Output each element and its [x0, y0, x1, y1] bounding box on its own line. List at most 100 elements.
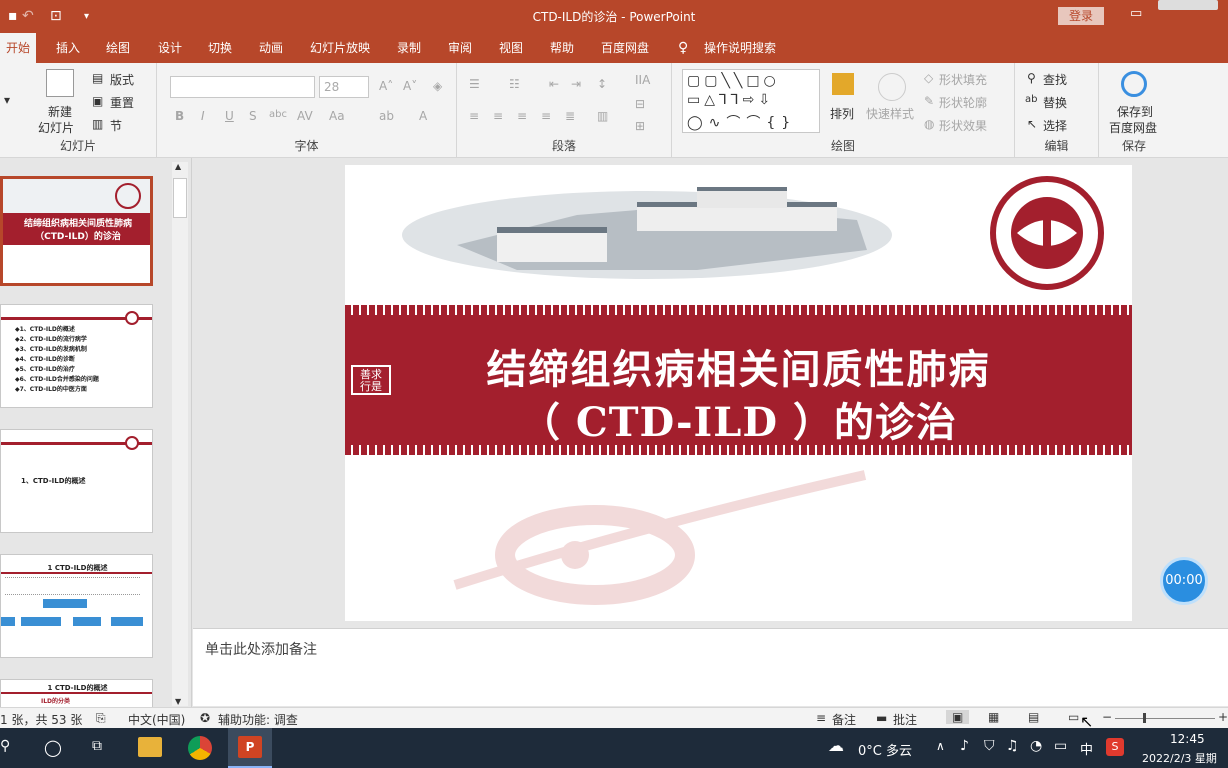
increase-indent-icon[interactable]: ⇥ [571, 77, 581, 91]
slide-title-line2[interactable]: （ CTD-ILD ）的诊治 [345, 390, 1132, 448]
notes-pane[interactable]: 单击此处添加备注 [193, 628, 1228, 706]
slideshow-view-icon[interactable]: ▭ [1068, 710, 1079, 724]
sogou-input-icon[interactable]: S [1106, 738, 1124, 756]
comments-button[interactable]: 批注 [893, 711, 917, 728]
shapes-gallery[interactable]: ▢▢╲╲□○ ▭△⅂⅂⇨⇩ ◯∿⌒⌒{} [682, 69, 820, 133]
smartart-icon[interactable]: ⊞ [635, 119, 645, 133]
replace-button[interactable]: 替换 [1043, 94, 1067, 111]
zoom-in-icon[interactable]: + [1218, 710, 1228, 724]
tab-slideshow[interactable]: 幻灯片放映 [310, 33, 370, 63]
increase-font-icon[interactable]: A˄ [379, 79, 393, 93]
slide-sorter-icon[interactable]: ▦ [988, 710, 999, 724]
timer-badge[interactable]: 00:00 [1160, 557, 1208, 605]
layout-button[interactable]: 版式 [110, 71, 134, 88]
tab-record[interactable]: 录制 [397, 33, 421, 63]
tab-design[interactable]: 设计 [158, 33, 182, 63]
tab-transitions[interactable]: 切换 [208, 33, 232, 63]
search-icon[interactable]: ⚲ [0, 738, 10, 754]
new-slide-label-1[interactable]: 新建 [48, 103, 72, 120]
thumbnail-slide-1[interactable]: 结缔组织病相关间质性肺病 （CTD-ILD）的诊治 [0, 176, 153, 286]
notes-button[interactable]: 备注 [832, 711, 856, 728]
powerpoint-taskbar-item[interactable]: P [228, 728, 272, 768]
underline-icon[interactable]: U [225, 109, 234, 123]
battery-icon[interactable]: ▭ [1054, 738, 1067, 754]
arrange-icon[interactable] [832, 73, 854, 95]
scroll-down-icon[interactable]: ▼ [175, 697, 181, 706]
chrome-icon[interactable] [188, 736, 212, 760]
change-case-icon[interactable]: Aa [329, 109, 345, 123]
current-slide[interactable]: 善求 行是 结缔组织病相关间质性肺病 （ CTD-ILD ）的诊治 [345, 165, 1132, 621]
save-to-line1[interactable]: 保存到 [1117, 103, 1153, 120]
slide-title-line1[interactable]: 结缔组织病相关间质性肺病 [345, 337, 1132, 395]
thumbnail-slide-5[interactable]: 1 CTD-ILD的概述 ILD的分类 [0, 679, 153, 708]
thumbnail-slide-2[interactable]: ◆1、CTD-ILD的概述 ◆2、CTD-ILD的流行病学 ◆3、CTD-ILD… [0, 304, 153, 408]
show-hidden-icons[interactable]: ∧ [936, 739, 945, 753]
select-button[interactable]: 选择 [1043, 117, 1067, 134]
char-spacing-icon[interactable]: AV [297, 109, 313, 123]
shape-fill-button[interactable]: 形状填充 [939, 71, 987, 88]
align-center-icon[interactable]: ≡ [493, 109, 503, 123]
shield-icon[interactable]: ⛉ [984, 738, 995, 754]
tab-draw[interactable]: 绘图 [106, 33, 130, 63]
ribbon-display-options-icon[interactable]: ▭ [1130, 6, 1142, 21]
numbering-icon[interactable]: ☷ [509, 77, 520, 91]
text-direction-icon[interactable]: IIA [635, 73, 650, 87]
microphone-icon[interactable]: ♪ [960, 738, 969, 754]
new-slide-label-2[interactable]: 幻灯片 [38, 119, 74, 136]
save-to-line2[interactable]: 百度网盘 [1109, 119, 1157, 136]
shape-outline-button[interactable]: 形状轮廓 [939, 94, 987, 111]
align-text-icon[interactable]: ⊟ [635, 97, 645, 111]
file-explorer-icon[interactable] [138, 737, 162, 757]
scroll-up-icon[interactable]: ▲ [175, 162, 181, 171]
shapes-row-1[interactable]: ▢▢╲╲□○ [687, 73, 780, 89]
cortana-icon[interactable]: ◯ [44, 738, 62, 757]
thumbnails-scrollbar[interactable]: ▲ ▼ [172, 162, 188, 706]
weather-text[interactable]: 0°C 多云 [858, 740, 912, 759]
tab-baidu-netdisk[interactable]: 百度网盘 [601, 33, 649, 63]
shape-effects-button[interactable]: 形状效果 [939, 117, 987, 134]
spellcheck-icon[interactable]: ⎘ [96, 711, 106, 726]
tab-insert[interactable]: 插入 [56, 33, 80, 63]
bold-icon[interactable]: B [175, 109, 184, 123]
thumbnail-slide-3[interactable]: 1、CTD-ILD的概述 [0, 429, 153, 533]
tell-me-search[interactable]: 操作说明搜索 [704, 33, 776, 63]
volume-icon[interactable]: ♫ [1006, 738, 1019, 754]
tab-help[interactable]: 帮助 [550, 33, 574, 63]
quick-styles-icon[interactable] [878, 73, 906, 101]
strikethrough-icon[interactable]: abc [269, 109, 287, 120]
tab-animations[interactable]: 动画 [259, 33, 283, 63]
arrange-button[interactable]: 排列 [830, 105, 854, 122]
clock-date[interactable]: 2022/2/3 星期 [1142, 750, 1217, 766]
normal-view-icon[interactable]: ▣ [946, 710, 970, 724]
find-button[interactable]: 查找 [1043, 71, 1067, 88]
zoom-out-icon[interactable]: − [1102, 710, 1112, 724]
tab-home[interactable]: 开始 [0, 33, 36, 63]
line-spacing-icon[interactable]: ↕ [597, 77, 607, 91]
zoom-slider[interactable] [1115, 718, 1215, 719]
font-name-combo[interactable] [170, 76, 315, 98]
font-size-combo[interactable]: 28 [319, 76, 369, 98]
align-right-icon[interactable]: ≡ [517, 109, 527, 123]
scrollbar-thumb[interactable] [173, 178, 187, 218]
shapes-row-2[interactable]: ▭△⅂⅂⇨⇩ [687, 92, 774, 108]
highlight-icon[interactable]: ab [379, 109, 394, 123]
quick-styles-button[interactable]: 快速样式 [866, 105, 914, 122]
login-button[interactable]: 登录 [1058, 7, 1104, 25]
task-view-icon[interactable]: ⧉ [92, 738, 102, 754]
columns-icon[interactable]: ▥ [597, 109, 608, 123]
notes-placeholder[interactable]: 单击此处添加备注 [205, 639, 317, 659]
decrease-font-icon[interactable]: A˅ [403, 79, 417, 93]
clear-formatting-icon[interactable]: ◈ [433, 79, 442, 93]
font-color-icon[interactable]: A [419, 109, 427, 123]
baidu-netdisk-icon[interactable] [1121, 71, 1147, 97]
tab-view[interactable]: 视图 [499, 33, 523, 63]
thumbnail-slide-4[interactable]: 1 CTD-ILD的概述 [0, 554, 153, 658]
bullets-icon[interactable]: ☰ [469, 77, 480, 91]
reset-button[interactable]: 重置 [110, 94, 134, 111]
tab-review[interactable]: 审阅 [448, 33, 472, 63]
accessibility-status[interactable]: 辅助功能: 调查 [218, 711, 298, 728]
zoom-slider-thumb[interactable] [1143, 713, 1146, 723]
new-slide-icon[interactable] [46, 69, 74, 97]
shapes-row-3[interactable]: ◯∿⌒⌒{} [687, 112, 796, 132]
align-left-icon[interactable]: ≡ [469, 109, 479, 123]
